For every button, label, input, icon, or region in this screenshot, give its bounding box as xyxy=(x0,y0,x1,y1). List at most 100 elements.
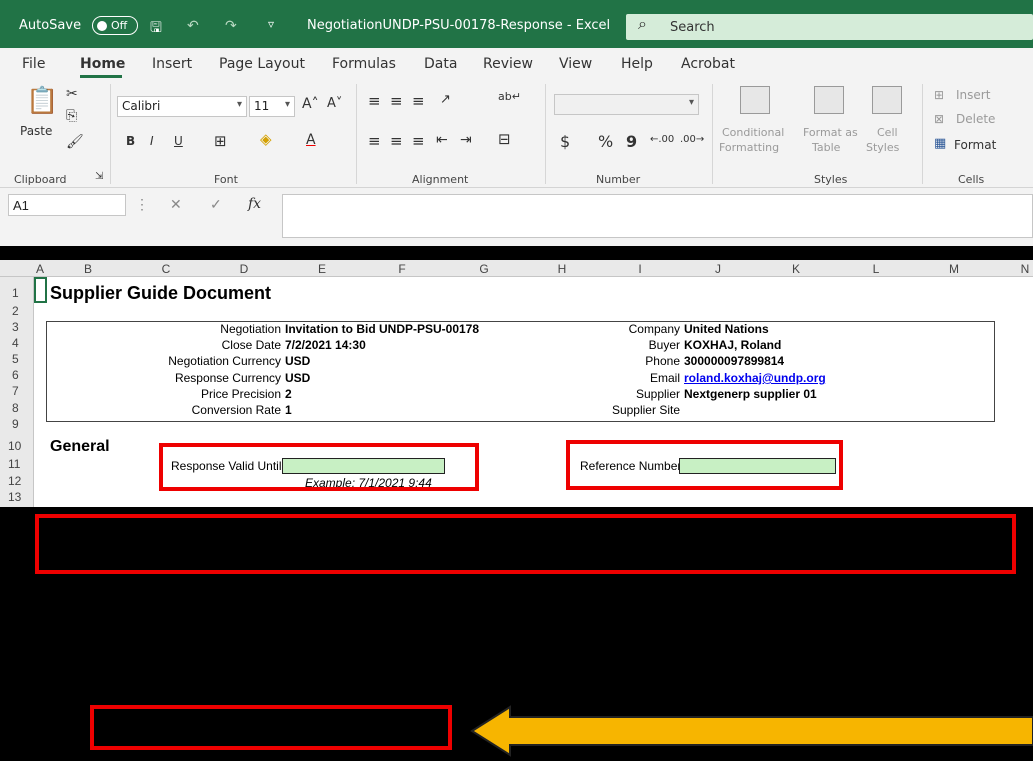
row-header[interactable]: 13 xyxy=(8,490,21,504)
format-as-table-button[interactable]: Format as xyxy=(803,126,858,139)
row-header[interactable]: 7 xyxy=(12,384,19,398)
decrease-decimal-icon[interactable]: .00→ xyxy=(680,134,704,145)
italic-button[interactable]: I xyxy=(150,134,154,148)
paste-button[interactable]: Paste xyxy=(20,124,52,138)
name-box-value: A1 xyxy=(13,198,29,213)
align-left-icon[interactable]: ≡ xyxy=(368,132,381,150)
cut-icon[interactable]: ✂ xyxy=(66,86,78,102)
increase-decimal-icon[interactable]: ←.00 xyxy=(650,134,674,145)
delete-cells-icon[interactable]: ⊠ xyxy=(934,112,944,126)
column-header[interactable]: E xyxy=(284,262,360,276)
column-header[interactable]: F xyxy=(360,262,444,276)
font-color-icon[interactable]: A xyxy=(306,132,316,148)
bold-button[interactable]: B xyxy=(126,134,135,148)
tab-page-layout[interactable]: Page Layout xyxy=(219,56,305,72)
number-group-label: Number xyxy=(596,173,641,186)
format-cells-button[interactable]: Format xyxy=(954,138,996,152)
row-header[interactable]: 6 xyxy=(12,368,19,382)
row-header[interactable]: 2 xyxy=(12,304,19,318)
tab-help[interactable]: Help xyxy=(621,56,653,72)
number-format-select[interactable]: ▾ xyxy=(554,94,699,115)
comma-button[interactable]: 9 xyxy=(626,132,637,151)
insert-function-icon[interactable]: fx xyxy=(248,196,261,212)
clipboard-launcher-icon[interactable]: ⇲ xyxy=(95,171,103,182)
borders-icon[interactable]: ⊞ xyxy=(214,132,227,150)
row-header[interactable]: 12 xyxy=(8,474,21,488)
undo-icon[interactable]: ↶ xyxy=(187,17,199,34)
autosave-toggle[interactable]: Off xyxy=(92,16,138,35)
percent-button[interactable]: % xyxy=(598,132,613,151)
paste-icon[interactable]: 📋 xyxy=(26,86,58,116)
customize-toolbar-icon[interactable]: ▿ xyxy=(268,17,274,31)
tab-home[interactable]: Home xyxy=(80,56,125,72)
increase-font-icon[interactable]: A˄ xyxy=(302,96,319,112)
align-top-icon[interactable]: ≡ xyxy=(368,92,381,110)
font-name-select[interactable]: Calibri ▾ xyxy=(117,96,247,117)
section-heading-general: General xyxy=(50,438,110,455)
column-header[interactable]: N xyxy=(1018,262,1032,276)
copy-icon[interactable]: ⎘ xyxy=(66,108,77,124)
row-header[interactable]: 1 xyxy=(12,286,19,300)
wrap-text-icon[interactable]: ab↵ xyxy=(498,90,521,103)
column-header[interactable]: K xyxy=(756,262,836,276)
name-box-dropdown-icon[interactable]: ⋮ xyxy=(135,196,149,213)
tab-view[interactable]: View xyxy=(559,56,592,72)
tab-data[interactable]: Data xyxy=(424,56,457,72)
insert-cells-icon[interactable]: ⊞ xyxy=(934,88,944,102)
document-title: NegotiationUNDP-PSU-00178-Response - Exc… xyxy=(307,18,611,33)
decrease-indent-icon[interactable]: ⇤ xyxy=(436,132,448,148)
align-right-icon[interactable]: ≡ xyxy=(412,132,425,150)
row-header[interactable]: 4 xyxy=(12,336,19,350)
format-cells-icon[interactable]: ▦ xyxy=(934,136,946,151)
font-size-select[interactable]: 11 ▾ xyxy=(249,96,295,117)
column-header[interactable]: C xyxy=(128,262,204,276)
merge-center-icon[interactable]: ⊟ xyxy=(498,130,511,148)
tab-insert[interactable]: Insert xyxy=(152,56,192,72)
currency-button[interactable]: $ xyxy=(560,132,570,151)
cancel-icon[interactable]: ✕ xyxy=(170,196,182,213)
cell-styles-button[interactable]: Cell xyxy=(877,126,898,139)
conditional-formatting-button[interactable]: Conditional xyxy=(722,126,784,139)
row-header[interactable]: 9 xyxy=(12,417,19,431)
formula-input[interactable] xyxy=(282,194,1033,238)
enter-icon[interactable]: ✓ xyxy=(210,196,222,213)
format-painter-icon[interactable]: 🖌 xyxy=(66,134,84,150)
row-header[interactable]: 10 xyxy=(8,439,21,453)
field-label: Conversion Rate xyxy=(191,403,281,417)
row-header[interactable]: 8 xyxy=(12,401,19,415)
column-header[interactable]: L xyxy=(836,262,916,276)
row-header[interactable]: 11 xyxy=(8,457,20,471)
divider xyxy=(356,84,357,184)
tab-formulas[interactable]: Formulas xyxy=(332,56,396,72)
column-header[interactable]: B xyxy=(48,262,128,276)
orientation-icon[interactable]: ↗ xyxy=(440,92,451,107)
column-header[interactable]: M xyxy=(916,262,992,276)
search-box[interactable]: ⌕ Search xyxy=(626,14,1033,40)
align-center-icon[interactable]: ≡ xyxy=(390,132,403,150)
field-value: 1 xyxy=(285,403,292,417)
fill-color-icon[interactable]: ◈ xyxy=(260,130,272,148)
tab-review[interactable]: Review xyxy=(483,56,533,72)
column-header[interactable]: H xyxy=(524,262,600,276)
tab-acrobat[interactable]: Acrobat xyxy=(681,56,735,72)
column-header[interactable]: A xyxy=(34,262,46,276)
column-header[interactable]: D xyxy=(204,262,284,276)
row-header[interactable]: 3 xyxy=(12,320,19,334)
row-header[interactable]: 5 xyxy=(12,352,19,366)
align-middle-icon[interactable]: ≡ xyxy=(390,92,403,110)
tab-file[interactable]: File xyxy=(22,56,45,72)
selected-cell-a1[interactable] xyxy=(34,277,47,303)
redo-icon[interactable]: ↷ xyxy=(225,17,237,34)
save-icon[interactable]: 🖫 xyxy=(150,17,162,41)
insert-cells-button[interactable]: Insert xyxy=(956,88,990,102)
email-link[interactable]: roland.koxhaj@undp.org xyxy=(684,371,826,385)
align-bottom-icon[interactable]: ≡ xyxy=(412,92,425,110)
underline-button[interactable]: U xyxy=(174,134,183,148)
increase-indent-icon[interactable]: ⇥ xyxy=(460,132,472,148)
decrease-font-icon[interactable]: A˅ xyxy=(327,96,342,111)
column-header[interactable]: G xyxy=(444,262,524,276)
name-box[interactable]: A1 xyxy=(8,194,126,216)
delete-cells-button[interactable]: Delete xyxy=(956,112,995,126)
column-header[interactable]: I xyxy=(600,262,680,276)
column-header[interactable]: J xyxy=(680,262,756,276)
